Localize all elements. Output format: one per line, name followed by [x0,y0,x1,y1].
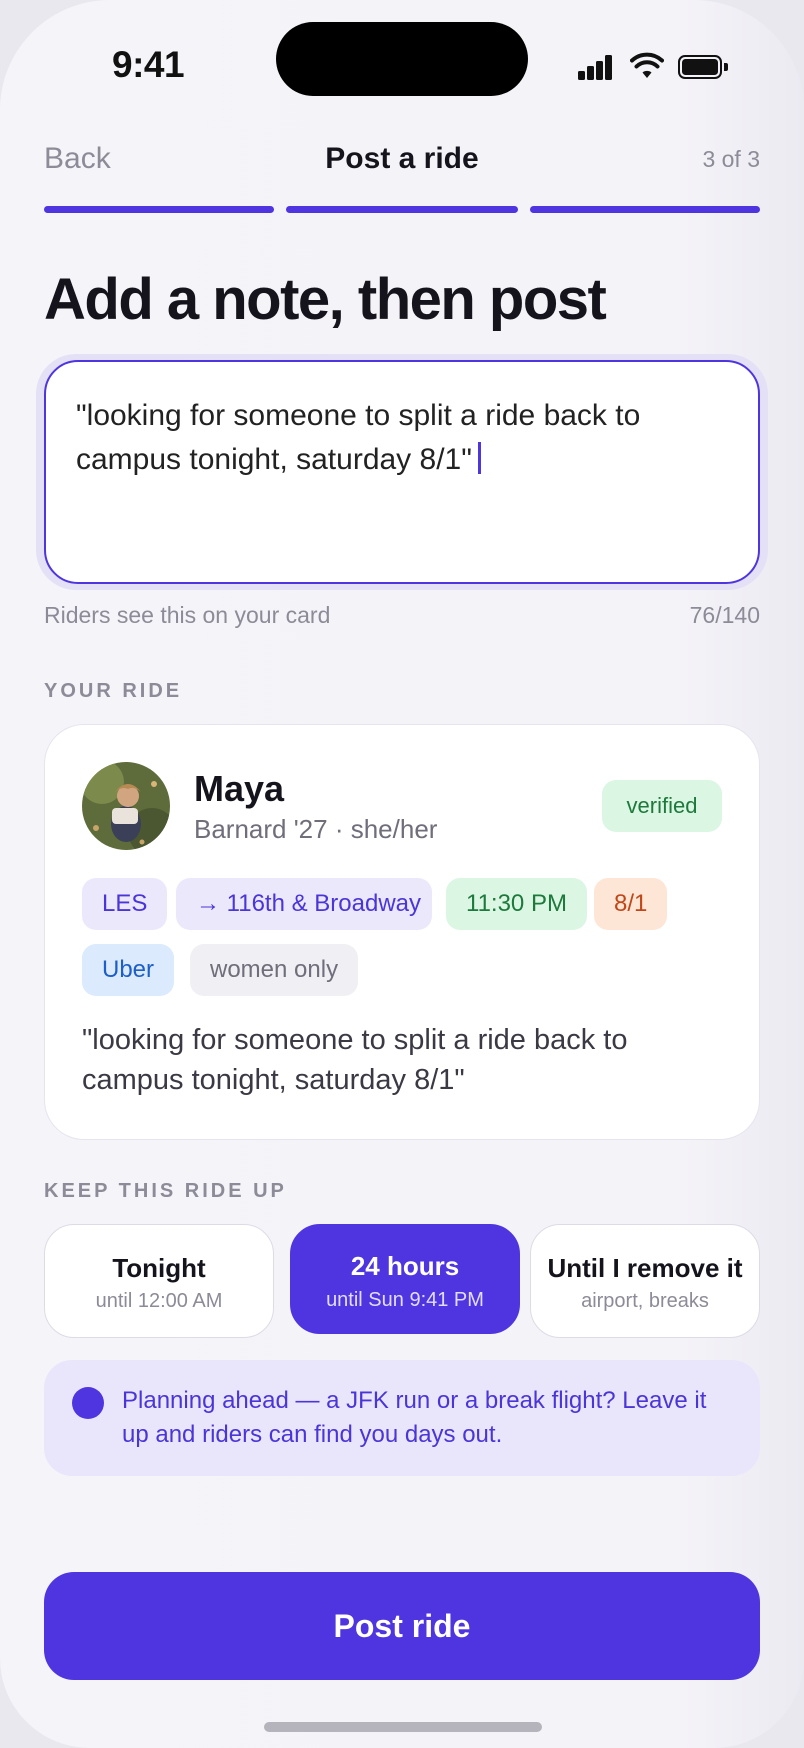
progress-segment-1 [44,206,274,213]
info-dot-icon [72,1387,104,1419]
duration-label: KEEP THIS RIDE UP [44,1180,287,1202]
duration-option-tonight[interactable]: Tonight until 12:00 AM [44,1224,274,1338]
tip-text: Planning ahead — a JFK run or a break fl… [122,1387,707,1448]
rider-name: Maya [194,768,285,809]
card-note: "looking for someone to split a ride bac… [82,1024,628,1096]
note-textarea[interactable]: "looking for someone to split a ride bac… [44,360,760,584]
note-hint: Riders see this on your card [44,602,331,628]
tag-destination: → 116th & Broadway [176,878,432,930]
option-subtitle: airport, breaks [581,1290,709,1312]
verified-badge: verified [602,780,722,832]
wifi-icon [630,52,664,78]
avatar [82,762,170,850]
rider-meta: Barnard '27 · she/her [194,814,438,844]
battery-icon [678,55,730,79]
back-button[interactable]: Back [44,142,111,176]
status-time: 9:41 [112,44,185,85]
dynamic-island [276,22,528,96]
step-indicator: 3 of 3 [702,146,760,172]
tag-time: 11:30 PM [446,878,587,930]
option-subtitle: until Sun 9:41 PM [326,1289,484,1311]
note-text: "looking for someone to split a ride bac… [76,399,641,476]
progress-segment-2 [286,206,518,213]
tag-date: 8/1 [594,878,668,930]
option-title: Tonight [112,1253,206,1283]
post-ride-button[interactable]: Post ride [44,1572,760,1680]
tag-service: Uber [82,944,175,996]
option-subtitle: until 12:00 AM [95,1290,223,1312]
page-title: Post a ride [325,142,479,175]
home-indicator[interactable] [264,1722,542,1732]
progress-segment-3 [530,206,760,213]
tag-preference: women only [190,944,359,996]
your-ride-label: YOUR RIDE [44,680,183,702]
duration-option-until-removed[interactable]: Until I remove it airport, breaks [530,1224,760,1338]
page-heading: Add a note, then post [44,267,607,332]
character-counter: 76/140 [689,602,760,628]
phone-screen: 9:41 Post a ride Back 3 of 3 Add a note,… [0,0,804,1748]
cellular-signal-icon [578,54,614,80]
option-title: Until I remove it [547,1253,743,1283]
text-caret [477,442,482,474]
tag-pickup: LES [82,878,168,930]
duration-option-24-hours[interactable]: 24 hours until Sun 9:41 PM [290,1224,520,1334]
option-title: 24 hours [350,1251,460,1281]
